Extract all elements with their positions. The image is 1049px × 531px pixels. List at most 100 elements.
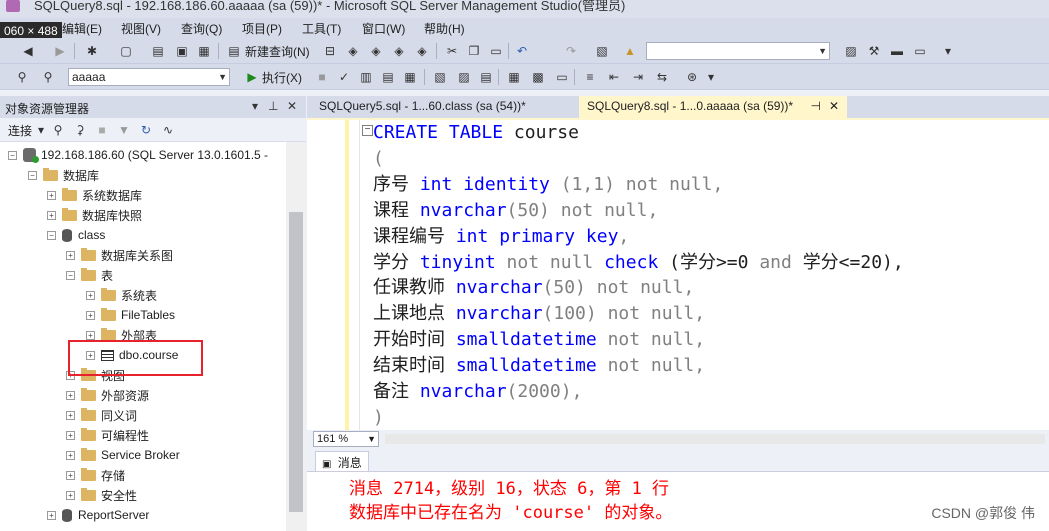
include-plan-icon[interactable]: ▦: [402, 69, 418, 85]
close-icon[interactable]: ✕: [287, 99, 297, 113]
tree-node-system-tables[interactable]: + 系统表: [86, 286, 157, 304]
pin-icon[interactable]: ⊥: [268, 99, 278, 113]
disconnect-icon[interactable]: ⚳: [72, 122, 88, 138]
redo-icon[interactable]: ↷: [563, 43, 579, 59]
scrollbar-thumb[interactable]: [289, 212, 303, 512]
dmx-query-icon[interactable]: ◈: [368, 43, 384, 59]
mdx-query-icon[interactable]: ◈: [345, 43, 361, 59]
dax-query-icon[interactable]: ◈: [414, 43, 430, 59]
tree-node-databases[interactable]: − 数据库: [28, 166, 99, 184]
database-engine-query-icon[interactable]: ⊟: [322, 43, 338, 59]
paste-icon[interactable]: ▭: [488, 43, 504, 59]
outdent-icon[interactable]: ⇤: [606, 69, 622, 85]
sql-code[interactable]: CREATE TABLE course ( 序号 int identity (1…: [373, 120, 904, 430]
stop-icon[interactable]: ■: [94, 122, 110, 138]
menu-project[interactable]: 项目(P): [242, 20, 282, 37]
execute-icon[interactable]: ▶: [244, 69, 260, 85]
collapse-icon[interactable]: −: [47, 230, 56, 240]
results-file-icon[interactable]: ▩: [530, 69, 546, 85]
connect-icon[interactable]: ⚲: [14, 69, 30, 85]
menu-window[interactable]: 窗口(W): [362, 20, 405, 37]
parse-icon[interactable]: ✓: [336, 69, 352, 85]
menu-view[interactable]: 视图(V): [121, 20, 161, 37]
client-stats-icon[interactable]: ▨: [456, 69, 472, 85]
comment-icon[interactable]: ▭: [554, 69, 570, 85]
expand-icon[interactable]: +: [86, 310, 95, 320]
outline-collapse-icon[interactable]: −: [362, 125, 373, 136]
collapse-icon[interactable]: −: [8, 150, 17, 160]
menu-help[interactable]: 帮助(H): [424, 20, 465, 37]
sql-editor[interactable]: − CREATE TABLE course ( 序号 int identity …: [307, 120, 1049, 430]
object-explorer-scrollbar[interactable]: [286, 142, 306, 531]
open-file-icon[interactable]: ▤: [150, 43, 166, 59]
new-query-button[interactable]: 新建查询(N): [245, 43, 310, 60]
expand-icon[interactable]: +: [66, 390, 75, 400]
tree-node-server[interactable]: − 192.168.186.60 (SQL Server 13.0.1601.5…: [8, 146, 268, 164]
toolbar-options-icon[interactable]: ▾: [940, 43, 956, 59]
expand-icon[interactable]: +: [66, 250, 75, 260]
new-query-icon[interactable]: ▤: [226, 43, 242, 59]
back-icon[interactable]: ◀: [20, 43, 36, 59]
live-stats-icon[interactable]: ▧: [432, 69, 448, 85]
intellisense-icon[interactable]: ⊛: [684, 69, 700, 85]
cancel-query-icon[interactable]: ■: [314, 69, 330, 85]
tree-node-system-databases[interactable]: + 系统数据库: [47, 186, 142, 204]
expand-icon[interactable]: +: [86, 290, 95, 300]
expand-icon[interactable]: +: [47, 210, 56, 220]
toolbar-options-icon[interactable]: ▾: [703, 69, 719, 85]
find-combo[interactable]: ▼: [646, 42, 830, 60]
find-icon[interactable]: ▲: [622, 43, 638, 59]
expand-icon[interactable]: +: [47, 190, 56, 200]
query-designer-icon[interactable]: ▤: [380, 69, 396, 85]
expand-icon[interactable]: +: [66, 450, 75, 460]
menu-query[interactable]: 查询(Q): [181, 20, 222, 37]
xmla-query-icon[interactable]: ◈: [391, 43, 407, 59]
tree-node-database-snapshots[interactable]: + 数据库快照: [47, 206, 142, 224]
undo-icon[interactable]: ↶: [514, 43, 530, 59]
toolbox-icon[interactable]: ▬: [889, 43, 905, 59]
dropdown-icon[interactable]: ▾: [252, 99, 258, 113]
wrench-icon[interactable]: ⚒: [866, 43, 882, 59]
tree-node-filetables[interactable]: + FileTables: [86, 306, 175, 324]
tree-node-database-diagrams[interactable]: + 数据库关系图: [66, 246, 173, 264]
execute-button[interactable]: 执行(X): [262, 69, 302, 86]
indent-icon[interactable]: ⇥: [630, 69, 646, 85]
properties-icon[interactable]: ▨: [843, 43, 859, 59]
tree-node-class-database[interactable]: − class: [47, 226, 105, 244]
close-tab-icon[interactable]: ✕: [829, 99, 839, 113]
display-plan-icon[interactable]: ▥: [358, 69, 374, 85]
results-text-icon[interactable]: ▤: [478, 69, 494, 85]
expand-icon[interactable]: +: [66, 430, 75, 440]
tree-node-synonyms[interactable]: + 同义词: [66, 406, 137, 424]
zoom-combo[interactable]: 161 % ▼: [313, 431, 379, 447]
expand-icon[interactable]: +: [66, 410, 75, 420]
expand-icon[interactable]: +: [66, 470, 75, 480]
available-databases-combo[interactable]: aaaaa ▼: [68, 68, 230, 86]
tree-node-security[interactable]: + 安全性: [66, 486, 137, 504]
change-connection-icon[interactable]: ⚲: [40, 69, 56, 85]
tab-sqlquery5[interactable]: SQLQuery5.sql - 1...60.class (sa (54))*: [311, 96, 573, 118]
cut-icon[interactable]: ✂: [444, 43, 460, 59]
tree-node-external-resources[interactable]: + 外部资源: [66, 386, 149, 404]
save-all-icon[interactable]: ▦: [196, 43, 212, 59]
tree-node-storage[interactable]: + 存储: [66, 466, 125, 484]
solution-explorer-icon[interactable]: ▧: [594, 43, 610, 59]
save-icon[interactable]: ▣: [174, 43, 190, 59]
messages-pane[interactable]: 消息 2714，级别 16，状态 6，第 1 行 数据库中已存在名为 'cour…: [307, 472, 1049, 531]
connect-plug-icon[interactable]: ⚲: [50, 122, 66, 138]
tree-node-tables[interactable]: − 表: [66, 266, 113, 284]
copy-icon[interactable]: ❐: [466, 43, 482, 59]
expand-icon[interactable]: +: [86, 330, 95, 340]
menu-tools[interactable]: 工具(T): [302, 20, 341, 37]
connect-button[interactable]: 连接: [8, 122, 32, 139]
collapse-icon[interactable]: −: [66, 270, 75, 280]
chevron-down-icon[interactable]: ▾: [33, 122, 49, 138]
refresh-icon[interactable]: ↻: [138, 122, 154, 138]
specify-values-icon[interactable]: ⇆: [654, 69, 670, 85]
tree-node-programmability[interactable]: + 可编程性: [66, 426, 149, 444]
tab-messages[interactable]: ▣ 消息: [315, 451, 369, 471]
tree-node-service-broker[interactable]: + Service Broker: [66, 446, 180, 464]
activity-monitor-icon[interactable]: ∿: [160, 122, 176, 138]
forward-icon[interactable]: ▶: [52, 43, 68, 59]
pin-icon[interactable]: ⊣: [811, 99, 821, 113]
